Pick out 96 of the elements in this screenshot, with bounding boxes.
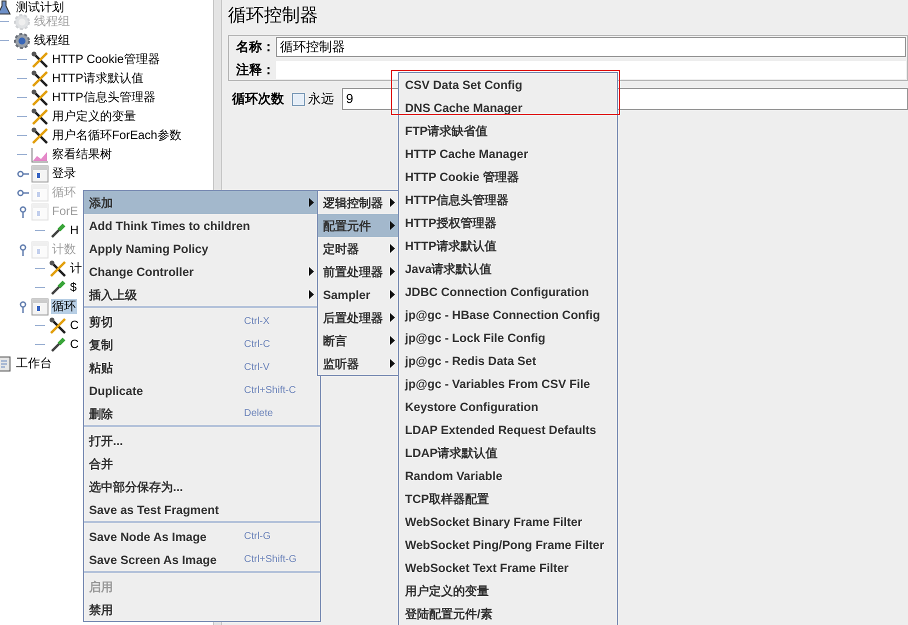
- tree-item[interactable]: 测试计划: [15, 0, 65, 15]
- menu-item[interactable]: 复制 Ctrl-C: [84, 333, 320, 356]
- menu-item[interactable]: Save as Test Fragment: [84, 498, 320, 521]
- expanded-handle-icon[interactable]: [17, 300, 29, 312]
- name-field[interactable]: 循环控制器: [276, 37, 906, 57]
- menu-item[interactable]: HTTP信息头管理器: [399, 188, 617, 211]
- menu-item[interactable]: LDAP请求默认值: [399, 441, 617, 464]
- chart-icon: [31, 146, 49, 162]
- pipette-icon: [49, 336, 67, 354]
- controller-icon: [31, 298, 49, 316]
- menu-item[interactable]: WebSocket Ping/Pong Frame Filter: [399, 533, 617, 556]
- submenu-arrow-icon: [390, 221, 395, 230]
- controller-icon: [31, 164, 49, 182]
- menu-item[interactable]: HTTP Cookie 管理器: [399, 165, 617, 188]
- pipette-icon: [49, 278, 67, 296]
- tree-item[interactable]: C: [69, 318, 80, 333]
- menu-item[interactable]: 登陆配置元件/素: [399, 602, 617, 625]
- comment-label: 注释：: [235, 61, 276, 80]
- forever-checkbox[interactable]: [292, 92, 305, 106]
- controller-icon: [31, 184, 49, 202]
- menu-item[interactable]: LDAP Extended Request Defaults: [399, 418, 617, 441]
- menu-item[interactable]: JDBC Connection Configuration: [399, 280, 617, 303]
- menu-item[interactable]: 禁用: [84, 598, 320, 621]
- menu-item[interactable]: 前置处理器: [318, 260, 398, 283]
- tree-item[interactable]: 循环: [51, 299, 77, 314]
- tree-item[interactable]: 用户定义的变量: [51, 109, 137, 124]
- menu-item[interactable]: 断言: [318, 329, 398, 352]
- submenu-arrow-icon: [390, 336, 395, 345]
- menu-item[interactable]: 插入上级: [84, 283, 320, 306]
- menu-item[interactable]: jp@gc - HBase Connection Config: [399, 303, 617, 326]
- menu-item[interactable]: Add Think Times to children: [84, 214, 320, 237]
- gear-icon: [13, 12, 31, 30]
- controller-icon: [31, 202, 49, 220]
- menu-item[interactable]: 用户定义的变量: [399, 579, 617, 602]
- menu-item[interactable]: HTTP授权管理器: [399, 211, 617, 234]
- wrench-screwdriver-icon: [31, 50, 49, 68]
- wrench-screwdriver-icon: [49, 316, 67, 334]
- controller-icon: [31, 240, 49, 258]
- tree-item[interactable]: 线程组: [33, 33, 71, 48]
- menu-item[interactable]: HTTP请求默认值: [399, 234, 617, 257]
- tree-item[interactable]: 用户名循环ForEach参数: [51, 128, 182, 143]
- gear-icon: [13, 32, 31, 50]
- menu-item[interactable]: 后置处理器: [318, 306, 398, 329]
- name-label: 名称：: [234, 38, 276, 56]
- menu-item[interactable]: 粘贴 Ctrl-V: [84, 356, 320, 379]
- menu-item[interactable]: 添加: [84, 191, 320, 214]
- menu-item[interactable]: 监听器: [318, 352, 398, 375]
- tree-item[interactable]: 工作台: [15, 356, 53, 371]
- menu-item[interactable]: WebSocket Text Frame Filter: [399, 556, 617, 579]
- menu-item[interactable]: TCP取样器配置: [399, 487, 617, 510]
- menu-item[interactable]: 选中部分保存为...: [84, 475, 320, 498]
- tree-item[interactable]: HTTP Cookie管理器: [51, 52, 161, 67]
- menu-item[interactable]: WebSocket Binary Frame Filter: [399, 510, 617, 533]
- panel-title: 循环控制器: [228, 4, 319, 26]
- menu-item[interactable]: jp@gc - Redis Data Set: [399, 349, 617, 372]
- menu-item[interactable]: 打开...: [84, 429, 320, 452]
- forever-label: 永远: [308, 90, 334, 108]
- menu-item[interactable]: Save Screen As Image Ctrl+Shift-G: [84, 548, 320, 571]
- menu-item[interactable]: 逻辑控制器: [318, 191, 398, 214]
- menu-item[interactable]: 合并: [84, 452, 320, 475]
- wrench-screwdriver-icon: [31, 126, 49, 144]
- menu-item[interactable]: Java请求默认值: [399, 257, 617, 280]
- wrench-screwdriver-icon: [49, 260, 67, 278]
- menu-item[interactable]: 定时器: [318, 237, 398, 260]
- menu-item[interactable]: Keystore Configuration: [399, 395, 617, 418]
- tree-item[interactable]: C: [69, 337, 80, 352]
- submenu-arrow-icon: [390, 244, 395, 253]
- clipboard-icon: [0, 356, 11, 372]
- menu-item[interactable]: 删除 Delete: [84, 402, 320, 425]
- menu-item[interactable]: 配置元件: [318, 214, 398, 237]
- loop-count-label: 循环次数: [230, 90, 284, 108]
- pipette-icon: [49, 222, 67, 240]
- tree-item[interactable]: 察看结果树: [51, 147, 113, 162]
- wrench-screwdriver-icon: [31, 88, 49, 106]
- menu-item[interactable]: Change Controller: [84, 260, 320, 283]
- menu-item[interactable]: jp@gc - Lock File Config: [399, 326, 617, 349]
- submenu-arrow-icon: [390, 359, 395, 368]
- menu-item[interactable]: Duplicate Ctrl+Shift-C: [84, 379, 320, 402]
- menu-item[interactable]: Random Variable: [399, 464, 617, 487]
- submenu-arrow-icon: [390, 198, 395, 207]
- tree-item[interactable]: 登录: [51, 166, 77, 181]
- menu-item[interactable]: 剪切 Ctrl-X: [84, 310, 320, 333]
- wrench-screwdriver-icon: [31, 108, 49, 126]
- menu-item[interactable]: jp@gc - Variables From CSV File: [399, 372, 617, 395]
- submenu-arrow-icon: [390, 267, 395, 276]
- submenu-arrow-icon: [390, 313, 395, 322]
- menu-item[interactable]: HTTP Cache Manager: [399, 142, 617, 165]
- wrench-screwdriver-icon: [31, 70, 49, 88]
- tree-item[interactable]: HTTP请求默认值: [51, 71, 144, 86]
- menu-item[interactable]: Sampler: [318, 283, 398, 306]
- submenu-arrow-icon: [390, 290, 395, 299]
- tree-item[interactable]: HTTP信息头管理器: [51, 90, 156, 105]
- menu-item[interactable]: Save Node As Image Ctrl-G: [84, 525, 320, 548]
- menu-item[interactable]: FTP请求缺省值: [399, 119, 617, 142]
- flask-icon: [0, 0, 12, 16]
- menu-item[interactable]: Apply Naming Policy: [84, 237, 320, 260]
